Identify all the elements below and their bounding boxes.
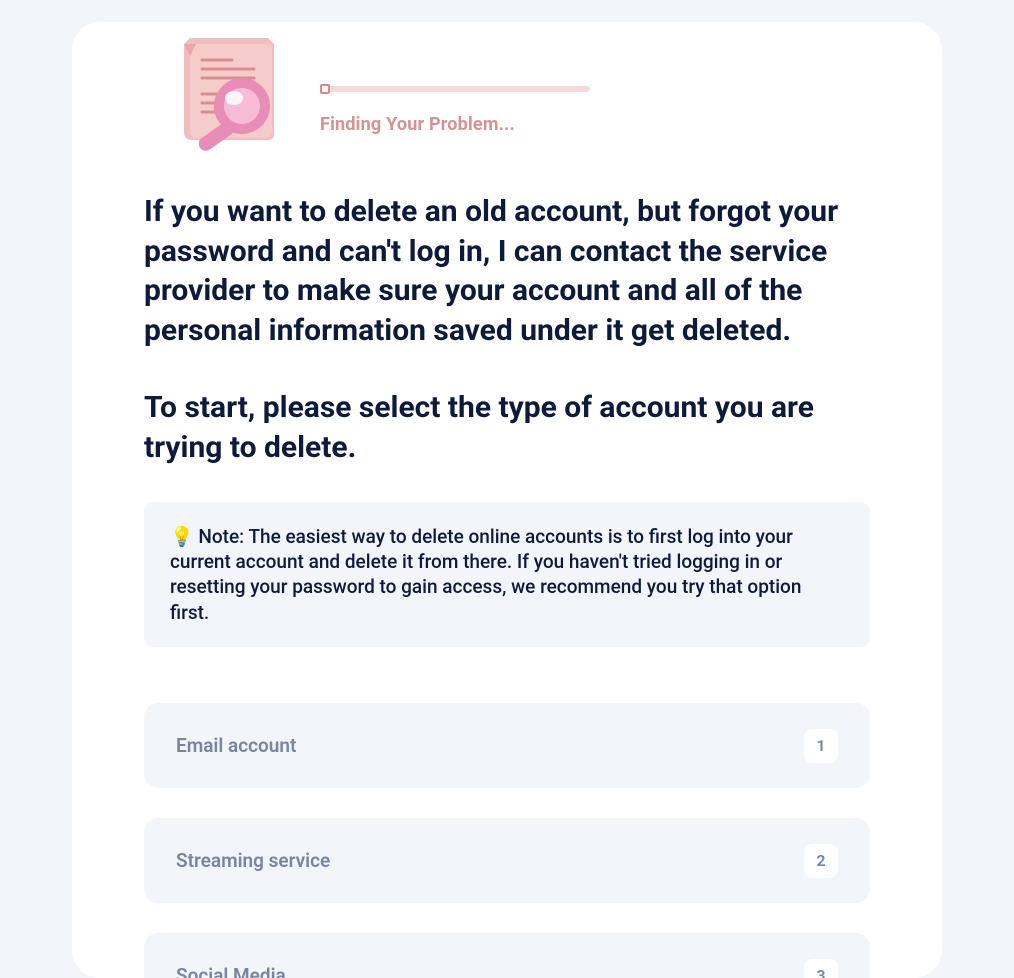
- progress-label: Finding Your Problem...: [320, 114, 590, 135]
- progress-column: Finding Your Problem...: [320, 36, 590, 135]
- option-badge: 2: [804, 844, 838, 878]
- note-text: The easiest way to delete online account…: [170, 525, 801, 624]
- option-label: Social Media: [176, 964, 286, 978]
- options-list: Email account 1 Streaming service 2 Soci…: [72, 703, 942, 978]
- heading-para-2: To start, please select the type of acco…: [144, 388, 870, 467]
- note-prefix: 💡 Note:: [170, 525, 248, 548]
- option-email-account[interactable]: Email account 1: [144, 703, 870, 788]
- option-badge: 3: [804, 959, 838, 978]
- progress-bar: [320, 86, 590, 92]
- note-box: 💡 Note: The easiest way to delete online…: [144, 502, 870, 648]
- option-social-media[interactable]: Social Media 3: [144, 933, 870, 978]
- header-row: Finding Your Problem...: [72, 36, 942, 166]
- option-badge: 1: [804, 729, 838, 763]
- heading-para-1: If you want to delete an old account, bu…: [144, 192, 870, 350]
- option-label: Streaming service: [176, 849, 330, 872]
- progress-thumb: [320, 84, 330, 94]
- document-magnifier-icon: [172, 36, 292, 166]
- option-label: Email account: [176, 734, 296, 757]
- option-streaming-service[interactable]: Streaming service 2: [144, 818, 870, 903]
- page-heading: If you want to delete an old account, bu…: [72, 166, 942, 468]
- main-card: Finding Your Problem... If you want to d…: [72, 22, 942, 978]
